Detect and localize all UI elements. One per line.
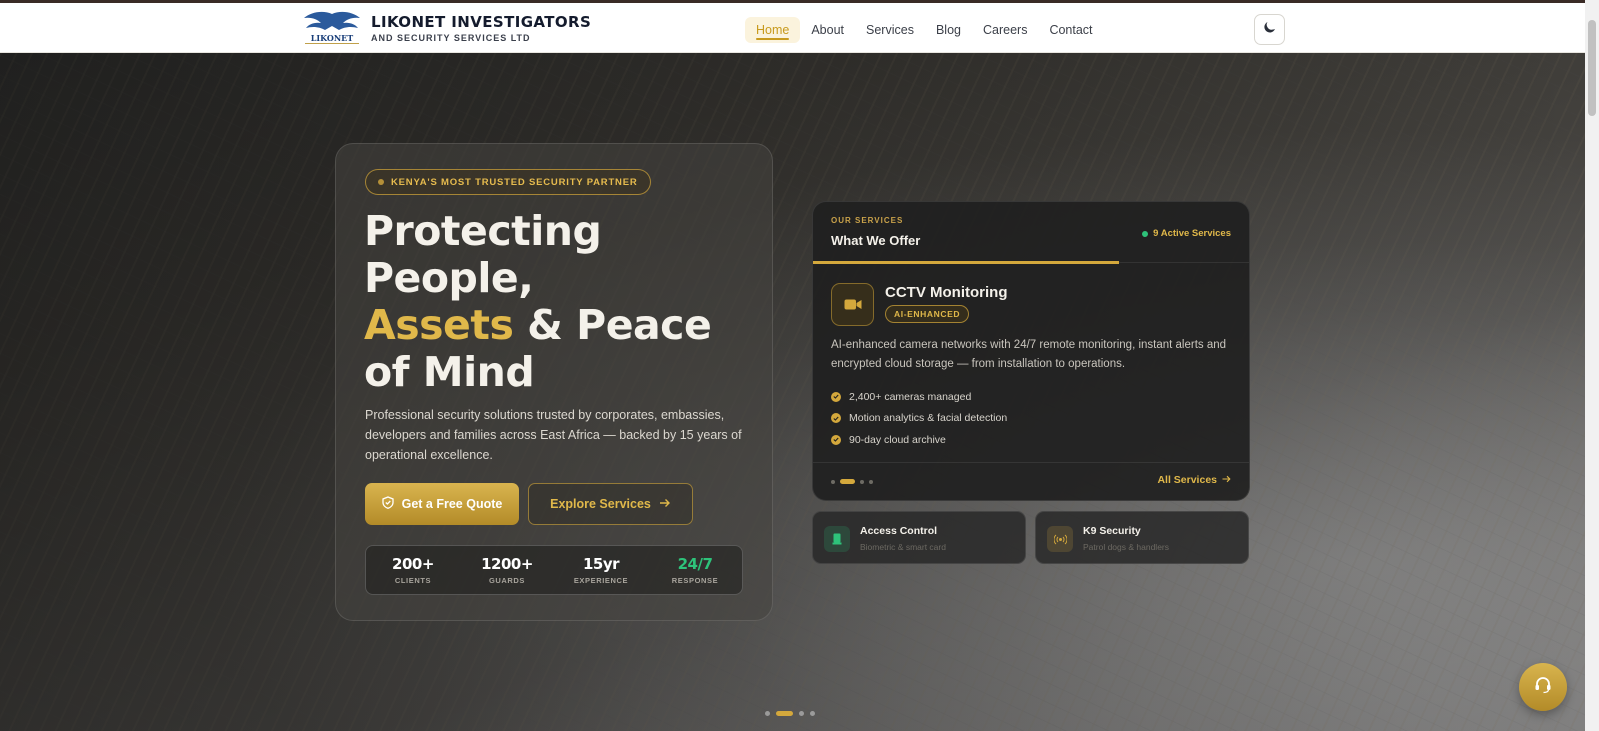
logo-wordmark: LIKONET: [311, 33, 353, 43]
all-services-link[interactable]: All Services: [1157, 474, 1231, 486]
status-dot-icon: [1142, 230, 1149, 237]
headline-highlight: Assets: [364, 301, 514, 349]
slider-dot[interactable]: [810, 711, 815, 716]
mini-card-title: K9 Security: [1083, 525, 1141, 537]
get-quote-button[interactable]: Get a Free Quote: [365, 483, 519, 525]
services-progress-bar: [813, 261, 1119, 264]
headset-icon: [1533, 675, 1553, 700]
support-chat-button[interactable]: [1519, 663, 1567, 711]
arrow-right-icon: [1222, 474, 1231, 486]
slider-dot[interactable]: [765, 711, 770, 716]
site-header: LIKONET LIKONET INVESTIGATORS AND SECURI…: [0, 3, 1599, 53]
hero-headline: Protecting People, Assets & Peace of Min…: [364, 207, 712, 396]
list-item: 2,400+ cameras managed: [831, 386, 1007, 408]
theme-toggle-button[interactable]: [1254, 14, 1285, 45]
service-carousel-dots: [831, 479, 873, 484]
check-icon: [831, 434, 841, 445]
services-eyebrow: OUR SERVICES: [831, 216, 904, 225]
arrow-right-icon: [659, 497, 671, 511]
nav-services[interactable]: Services: [855, 17, 925, 43]
mini-card-subtitle: Patrol dogs & handlers: [1083, 542, 1169, 552]
main-nav: Home About Services Blog Careers Contact: [745, 15, 1104, 45]
k9-security-card[interactable]: K9 Security Patrol dogs & handlers: [1035, 511, 1249, 564]
stats-bar: 200+ CLIENTS 1200+ GUARDS 15yr EXPERIENC…: [365, 545, 743, 595]
carousel-dot[interactable]: [860, 479, 864, 484]
hero-slider-dots: [765, 711, 815, 716]
moon-icon: [1263, 20, 1277, 39]
keycard-icon: [824, 526, 850, 552]
video-camera-icon: [831, 283, 874, 326]
service-description: AI-enhanced camera networks with 24/7 re…: [831, 339, 1227, 370]
access-control-card[interactable]: Access Control Biometric & smart card: [812, 511, 1026, 564]
service-badge: AI-ENHANCED: [885, 305, 970, 323]
broadcast-icon: [1047, 526, 1073, 552]
services-card: OUR SERVICES What We Offer 9 Active Serv…: [812, 201, 1250, 501]
stat-guards: 1200+ GUARDS: [481, 555, 533, 585]
list-item: 90-day cloud archive: [831, 429, 1007, 451]
nav-home[interactable]: Home: [745, 17, 801, 43]
brand-subtitle: AND SECURITY SERVICES LTD: [371, 33, 531, 43]
slider-dot[interactable]: [799, 711, 804, 716]
badge-dot-icon: [378, 179, 384, 185]
logo-eagle-icon[interactable]: LIKONET: [301, 10, 363, 48]
services-title: What We Offer: [831, 233, 921, 248]
hero-description: Professional security solutions trusted …: [365, 408, 742, 462]
nav-blog[interactable]: Blog: [925, 17, 972, 43]
stat-response: 24/7 RESPONSE: [671, 555, 719, 585]
mini-card-subtitle: Biometric & smart card: [860, 542, 946, 552]
scrollbar-thumb[interactable]: [1588, 20, 1596, 116]
nav-contact[interactable]: Contact: [1038, 17, 1103, 43]
check-icon: [831, 391, 841, 402]
carousel-dot[interactable]: [831, 479, 835, 484]
active-services-indicator: 9 Active Services: [1142, 228, 1231, 239]
brand-name[interactable]: LIKONET INVESTIGATORS: [371, 13, 591, 31]
slider-dot-active[interactable]: [776, 711, 793, 716]
hero-section: [0, 53, 1585, 731]
shield-icon: [381, 496, 394, 512]
nav-about[interactable]: About: [800, 17, 855, 43]
carousel-dot-active[interactable]: [840, 479, 855, 484]
stat-clients: 200+ CLIENTS: [392, 555, 434, 585]
trust-badge: KENYA'S MOST TRUSTED SECURITY PARTNER: [365, 169, 651, 195]
check-icon: [831, 413, 841, 424]
mini-card-title: Access Control: [860, 525, 938, 537]
service-name: CCTV Monitoring: [885, 284, 1008, 301]
explore-services-button[interactable]: Explore Services: [528, 483, 693, 525]
carousel-dot[interactable]: [869, 479, 873, 484]
feature-list: 2,400+ cameras managed Motion analytics …: [831, 386, 1007, 451]
list-item: Motion analytics & facial detection: [831, 408, 1007, 430]
nav-careers[interactable]: Careers: [972, 17, 1038, 43]
stat-experience: 15yr EXPERIENCE: [573, 555, 629, 585]
